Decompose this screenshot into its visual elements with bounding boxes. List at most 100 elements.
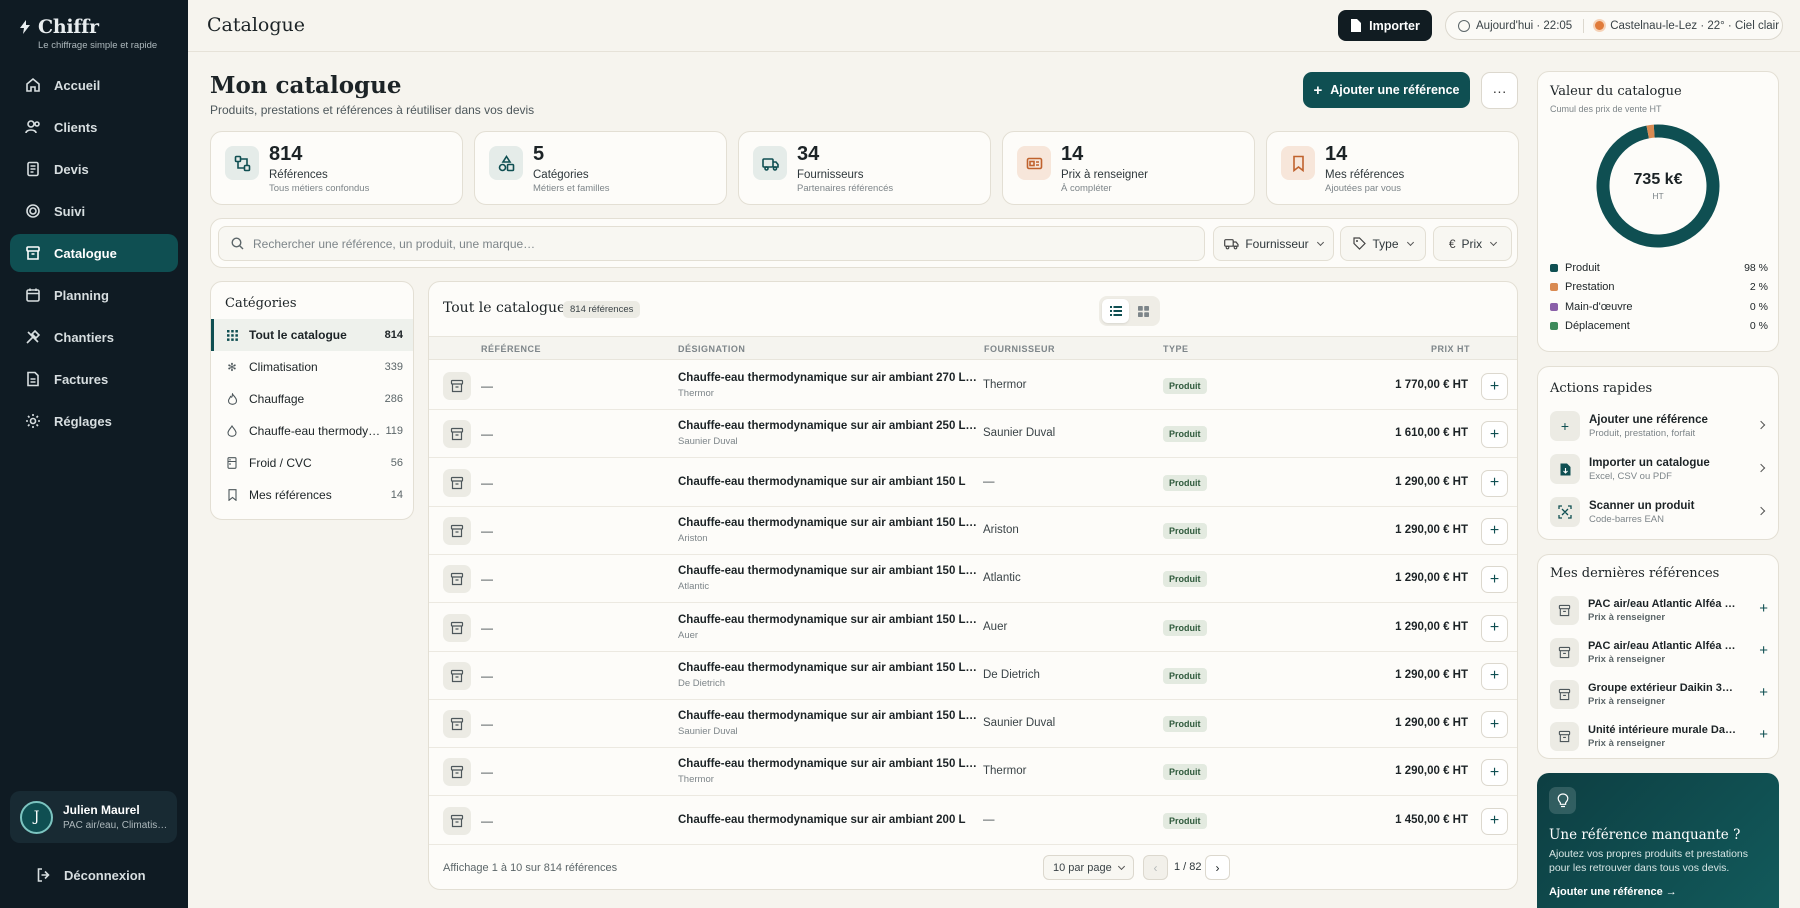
- nav-item-catalogue[interactable]: Catalogue: [10, 234, 178, 272]
- table-row[interactable]: — Chauffe-eau thermodynamique sur air amb…: [429, 748, 1517, 797]
- nav-item-suivi[interactable]: Suivi: [10, 192, 178, 230]
- row-reference: —: [481, 523, 493, 538]
- table-row[interactable]: — Chauffe-eau thermodynamique sur air amb…: [429, 459, 1517, 507]
- table-row[interactable]: — Chauffe-eau thermodynamique sur air amb…: [429, 362, 1517, 410]
- category-chauffe-eau[interactable]: Chauffe-eau thermody… 119: [211, 415, 413, 447]
- table-row[interactable]: — Chauffe-eau thermodynamique sur air amb…: [429, 700, 1517, 749]
- nav-item-reglages[interactable]: Réglages: [10, 402, 178, 440]
- snowflake-icon: ✻: [227, 361, 237, 374]
- add-reference-label: Ajouter une référence: [1330, 83, 1460, 97]
- table-row[interactable]: — Chauffe-eau thermodynamique sur air amb…: [429, 604, 1517, 652]
- archive-icon: [443, 565, 471, 594]
- user-card[interactable]: J Julien Maurel PAC air/eau, Climatis…: [10, 791, 177, 843]
- nav-item-planning[interactable]: Planning: [10, 276, 178, 314]
- search-box[interactable]: [218, 226, 1205, 261]
- add-to-quote-button[interactable]: +: [1481, 469, 1508, 497]
- previous-page-button[interactable]: ‹: [1143, 855, 1168, 880]
- plus-icon: +: [1489, 763, 1500, 781]
- grid-view-button[interactable]: [1130, 299, 1157, 323]
- app-name: Chiffr: [38, 16, 99, 38]
- table-row[interactable]: — Chauffe-eau thermodynamique sur air amb…: [429, 555, 1517, 604]
- latest-reference-item[interactable]: PAC air/eau Atlantic Alféa Ext… Prix à re…: [1550, 635, 1768, 669]
- promo-add-reference-link[interactable]: Ajouter une référence →: [1549, 886, 1677, 898]
- latest-reference-item[interactable]: Unité intérieure murale Daikin…Prix à re…: [1550, 719, 1768, 753]
- add-reference-button[interactable]: + Ajouter une référence: [1303, 72, 1470, 108]
- quick-action-scan-product[interactable]: Scanner un produit Code-barres EAN: [1550, 493, 1768, 531]
- add-to-quote-button[interactable]: +: [1481, 566, 1508, 594]
- category-all[interactable]: Tout le catalogue 814: [211, 319, 413, 351]
- plus-icon: +: [1489, 715, 1500, 733]
- category-froid-cvc[interactable]: Froid / CVC 56: [211, 447, 413, 479]
- nav-item-devis[interactable]: Devis: [10, 150, 178, 188]
- nav-label: Planning: [54, 287, 109, 303]
- plus-icon: +: [1489, 570, 1500, 588]
- more-options-button[interactable]: ···: [1481, 72, 1518, 109]
- next-page-button[interactable]: ›: [1205, 855, 1230, 880]
- nav-item-chantiers[interactable]: Chantiers: [10, 318, 178, 356]
- column-header-supplier[interactable]: FOURNISSEUR: [984, 344, 1055, 354]
- add-button[interactable]: +: [1759, 600, 1768, 617]
- filter-supplier[interactable]: Fournisseur: [1213, 226, 1334, 261]
- per-page-select[interactable]: 10 par page: [1043, 855, 1134, 880]
- add-to-quote-button[interactable]: +: [1481, 614, 1508, 642]
- stat-sub: Tous métiers confondus: [269, 183, 370, 194]
- column-header-type[interactable]: TYPE: [1163, 344, 1189, 354]
- row-type-badge: Produit: [1163, 474, 1207, 491]
- quick-action-import-catalogue[interactable]: Importer un catalogue Excel, CSV ou PDF: [1550, 450, 1768, 488]
- chevron-right-icon: [1756, 506, 1766, 516]
- page-subtitle: Produits, prestations et références à ré…: [210, 103, 535, 117]
- row-price: 1 290,00 € HT: [1395, 668, 1468, 681]
- table-row[interactable]: — Chauffe-eau thermodynamique sur air amb…: [429, 410, 1517, 459]
- row-brand: De Dietrich: [678, 677, 725, 689]
- add-button[interactable]: +: [1759, 684, 1768, 701]
- category-climatisation[interactable]: ✻ Climatisation 339: [211, 351, 413, 383]
- search-input[interactable]: [253, 236, 1153, 251]
- row-designation: Chauffe-eau thermodynamique sur air ambi…: [678, 661, 978, 674]
- table-row[interactable]: — Chauffe-eau thermodynamique sur air amb…: [429, 797, 1517, 845]
- legend-label: Main-d'œuvre: [1565, 301, 1633, 313]
- add-to-quote-button[interactable]: +: [1481, 807, 1508, 835]
- plus-icon: +: [1489, 474, 1500, 492]
- row-brand: Saunier Duval: [678, 726, 738, 738]
- category-mes-references[interactable]: Mes références 14: [211, 479, 413, 511]
- row-type-badge: Produit: [1163, 764, 1207, 781]
- quick-action-sub: Code-barres EAN: [1589, 513, 1664, 525]
- latest-reference-item[interactable]: Groupe extérieur Daikin 3MX… Prix à rense…: [1550, 677, 1768, 711]
- row-type-badge: Produit: [1163, 378, 1207, 394]
- list-view-button[interactable]: [1102, 299, 1129, 323]
- quick-action-add-reference[interactable]: + Ajouter une référence Produit, prestati…: [1550, 407, 1768, 445]
- add-to-quote-button[interactable]: +: [1481, 373, 1508, 400]
- column-header-price[interactable]: PRIX HT: [1431, 344, 1470, 354]
- brand[interactable]: Chiffr Le chiffrage simple et rapide: [20, 16, 157, 51]
- add-to-quote-button[interactable]: +: [1481, 421, 1508, 449]
- droplet-icon: [225, 424, 239, 438]
- page-indicator: 1 / 82: [1174, 861, 1202, 873]
- filter-price[interactable]: € Prix: [1433, 226, 1512, 261]
- nav-item-factures[interactable]: Factures: [10, 360, 178, 398]
- quick-action-sub: Produit, prestation, forfait: [1589, 427, 1696, 439]
- file-icon: [1351, 19, 1362, 32]
- add-to-quote-button[interactable]: +: [1481, 662, 1508, 690]
- table-row[interactable]: — Chauffe-eau thermodynamique sur air amb…: [429, 652, 1517, 700]
- table-row[interactable]: — Chauffe-eau thermodynamique sur air amb…: [429, 507, 1517, 555]
- add-button[interactable]: +: [1759, 642, 1768, 659]
- home-icon: [26, 77, 40, 92]
- row-type-badge: Produit: [1163, 619, 1207, 636]
- column-header-reference[interactable]: RÉFÉRENCE: [481, 344, 541, 354]
- row-type-badge: Produit: [1163, 522, 1207, 539]
- category-label: Froid / CVC: [249, 456, 312, 470]
- column-header-designation[interactable]: DÉSIGNATION: [678, 344, 745, 354]
- latest-reference-item[interactable]: PAC air/eau Atlantic Alféa Ext… Prix à re…: [1550, 593, 1768, 627]
- nav-item-accueil[interactable]: Accueil: [10, 66, 178, 104]
- add-to-quote-button[interactable]: +: [1481, 759, 1508, 787]
- logout-button[interactable]: Déconnexion: [36, 867, 146, 883]
- category-chauffage[interactable]: Chauffage 286: [211, 383, 413, 415]
- add-to-quote-button[interactable]: +: [1481, 711, 1508, 739]
- filter-type[interactable]: Type: [1340, 226, 1426, 261]
- row-brand: Auer: [678, 629, 699, 641]
- add-to-quote-button[interactable]: +: [1481, 517, 1508, 545]
- row-designation: Chauffe-eau thermodynamique sur air ambi…: [678, 475, 966, 488]
- import-button[interactable]: Importer: [1338, 10, 1432, 41]
- add-button[interactable]: +: [1759, 726, 1768, 743]
- nav-item-clients[interactable]: Clients: [10, 108, 178, 146]
